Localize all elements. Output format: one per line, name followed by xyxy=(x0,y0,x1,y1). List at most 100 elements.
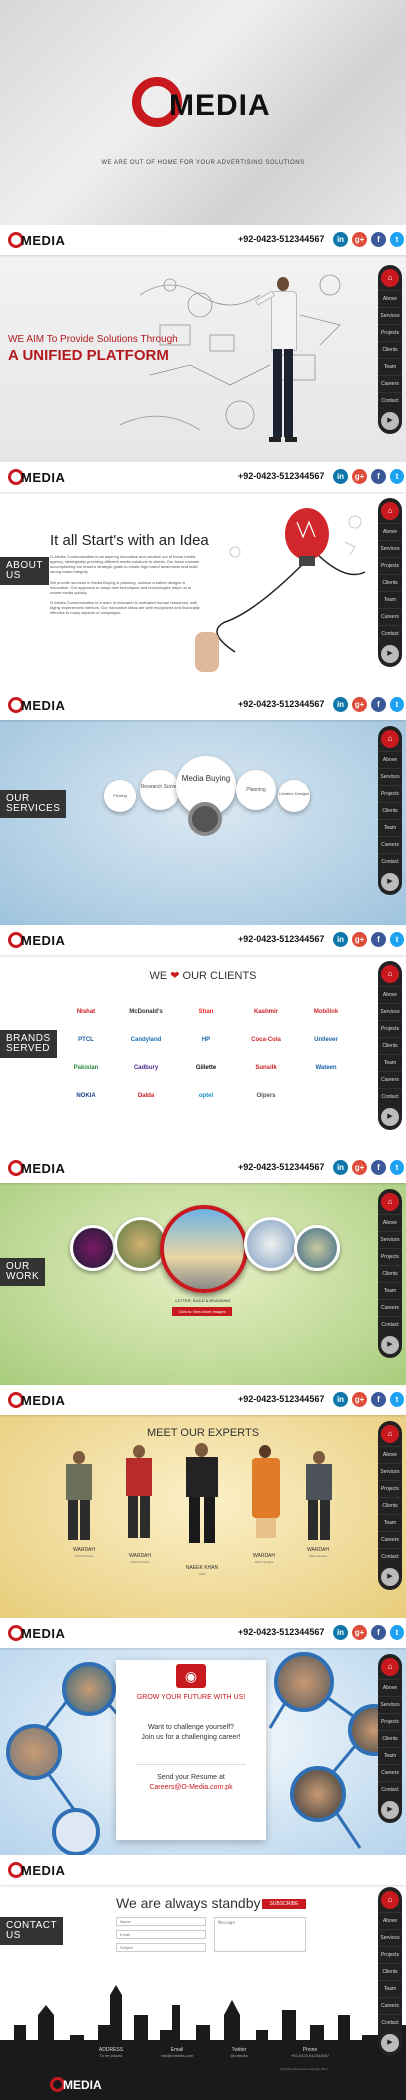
play-icon[interactable]: ▶ xyxy=(381,645,399,663)
nav-item-careers[interactable]: Careers xyxy=(378,1997,402,2014)
nav-item-services[interactable]: Services xyxy=(378,768,402,785)
facebook-icon[interactable]: f xyxy=(371,469,386,484)
facebook-icon[interactable]: f xyxy=(371,232,386,247)
team-member[interactable] xyxy=(302,1451,338,1571)
header-logo[interactable]: MEDIA xyxy=(8,697,65,713)
facebook-icon[interactable]: f xyxy=(371,1160,386,1175)
nav-item-team[interactable]: Team xyxy=(378,591,402,608)
team-member[interactable] xyxy=(62,1451,98,1571)
facebook-icon[interactable]: f xyxy=(371,1392,386,1407)
header-logo[interactable]: MEDIA xyxy=(8,1392,65,1408)
nav-item-projects[interactable]: Projects xyxy=(378,324,402,341)
nav-item-services[interactable]: Services xyxy=(378,307,402,324)
header-logo[interactable]: MEDIA xyxy=(8,1625,65,1641)
email-field[interactable] xyxy=(116,1930,206,1939)
home-icon[interactable]: ⌂ xyxy=(381,1891,399,1909)
play-icon[interactable]: ▶ xyxy=(381,1801,399,1819)
play-icon[interactable]: ▶ xyxy=(381,1336,399,1354)
play-icon[interactable]: ▶ xyxy=(381,1568,399,1586)
work-thumb-featured[interactable] xyxy=(160,1205,248,1293)
nav-item-projects[interactable]: Projects xyxy=(378,785,402,802)
play-icon[interactable]: ▶ xyxy=(381,1108,399,1126)
header-logo[interactable]: MEDIA xyxy=(8,232,65,248)
service-item-planning[interactable]: Planning xyxy=(236,770,276,810)
message-field[interactable] xyxy=(214,1917,306,1952)
linkedin-icon[interactable]: in xyxy=(333,1392,348,1407)
nav-item-team[interactable]: Team xyxy=(378,1514,402,1531)
nav-item-above[interactable]: Above xyxy=(378,986,402,1003)
nav-item-above[interactable]: Above xyxy=(378,290,402,307)
view-more-button[interactable]: Click to View More Images xyxy=(172,1307,232,1316)
nav-item-above[interactable]: Above xyxy=(378,1446,402,1463)
work-thumb[interactable] xyxy=(294,1225,340,1271)
nav-item-team[interactable]: Team xyxy=(378,1747,402,1764)
nav-item-projects[interactable]: Projects xyxy=(378,1020,402,1037)
nav-item-projects[interactable]: Projects xyxy=(378,1480,402,1497)
nav-item-clients[interactable]: Clients xyxy=(378,1265,402,1282)
nav-item-clients[interactable]: Clients xyxy=(378,574,402,591)
nav-item-clients[interactable]: Clients xyxy=(378,1037,402,1054)
home-icon[interactable]: ⌂ xyxy=(381,1658,399,1676)
nav-item-contact[interactable]: Contact xyxy=(378,2014,402,2031)
home-icon[interactable]: ⌂ xyxy=(381,730,399,748)
nav-item-projects[interactable]: Projects xyxy=(378,1713,402,1730)
nav-item-services[interactable]: Services xyxy=(378,1231,402,1248)
google-plus-icon[interactable]: g+ xyxy=(352,1160,367,1175)
nav-item-careers[interactable]: Careers xyxy=(378,375,402,392)
twitter-icon[interactable]: t xyxy=(390,469,404,484)
home-icon[interactable]: ⌂ xyxy=(381,1193,399,1211)
nav-item-contact[interactable]: Contact xyxy=(378,1781,402,1798)
nav-item-clients[interactable]: Clients xyxy=(378,341,402,358)
nav-item-contact[interactable]: Contact xyxy=(378,392,402,409)
home-icon[interactable]: ⌂ xyxy=(381,502,399,520)
play-icon[interactable]: ▶ xyxy=(381,412,399,430)
google-plus-icon[interactable]: g+ xyxy=(352,932,367,947)
nav-item-team[interactable]: Team xyxy=(378,1980,402,1997)
google-plus-icon[interactable]: g+ xyxy=(352,1392,367,1407)
subject-field[interactable] xyxy=(116,1943,206,1952)
nav-item-contact[interactable]: Contact xyxy=(378,1088,402,1105)
nav-item-services[interactable]: Services xyxy=(378,540,402,557)
linkedin-icon[interactable]: in xyxy=(333,1160,348,1175)
linkedin-icon[interactable]: in xyxy=(333,469,348,484)
nav-item-careers[interactable]: Careers xyxy=(378,836,402,853)
subscribe-button[interactable]: SUBSCRIBE xyxy=(262,1899,306,1909)
nav-item-services[interactable]: Services xyxy=(378,1929,402,1946)
nav-item-careers[interactable]: Careers xyxy=(378,1299,402,1316)
nav-item-clients[interactable]: Clients xyxy=(378,1730,402,1747)
twitter-icon[interactable]: t xyxy=(390,1625,404,1640)
header-logo[interactable]: MEDIA xyxy=(8,1160,65,1176)
nav-item-projects[interactable]: Projects xyxy=(378,557,402,574)
nav-item-team[interactable]: Team xyxy=(378,1054,402,1071)
twitter-icon[interactable]: t xyxy=(390,232,404,247)
team-member-featured[interactable] xyxy=(182,1443,222,1583)
nav-item-careers[interactable]: Careers xyxy=(378,608,402,625)
nav-item-contact[interactable]: Contact xyxy=(378,1316,402,1333)
nav-item-above[interactable]: Above xyxy=(378,1679,402,1696)
nav-item-team[interactable]: Team xyxy=(378,1282,402,1299)
nav-item-projects[interactable]: Projects xyxy=(378,1248,402,1265)
service-item-creative[interactable]: Creative Designs xyxy=(278,780,310,812)
nav-item-careers[interactable]: Careers xyxy=(378,1071,402,1088)
nav-item-above[interactable]: Above xyxy=(378,751,402,768)
home-icon[interactable]: ⌂ xyxy=(381,1425,399,1443)
facebook-icon[interactable]: f xyxy=(371,932,386,947)
nav-item-services[interactable]: Services xyxy=(378,1463,402,1480)
nav-item-clients[interactable]: Clients xyxy=(378,802,402,819)
twitter-icon[interactable]: t xyxy=(390,697,404,712)
home-icon[interactable]: ⌂ xyxy=(381,269,399,287)
google-plus-icon[interactable]: g+ xyxy=(352,469,367,484)
nav-item-careers[interactable]: Careers xyxy=(378,1531,402,1548)
nav-item-careers[interactable]: Careers xyxy=(378,1764,402,1781)
work-thumb[interactable] xyxy=(70,1225,116,1271)
nav-item-team[interactable]: Team xyxy=(378,819,402,836)
nav-item-clients[interactable]: Clients xyxy=(378,1497,402,1514)
google-plus-icon[interactable]: g+ xyxy=(352,232,367,247)
nav-item-clients[interactable]: Clients xyxy=(378,1963,402,1980)
nav-item-above[interactable]: Above xyxy=(378,1912,402,1929)
service-item-printing[interactable]: Printing xyxy=(104,780,136,812)
twitter-icon[interactable]: t xyxy=(390,1160,404,1175)
header-logo[interactable]: MEDIA xyxy=(8,469,65,485)
nav-item-projects[interactable]: Projects xyxy=(378,1946,402,1963)
linkedin-icon[interactable]: in xyxy=(333,1625,348,1640)
